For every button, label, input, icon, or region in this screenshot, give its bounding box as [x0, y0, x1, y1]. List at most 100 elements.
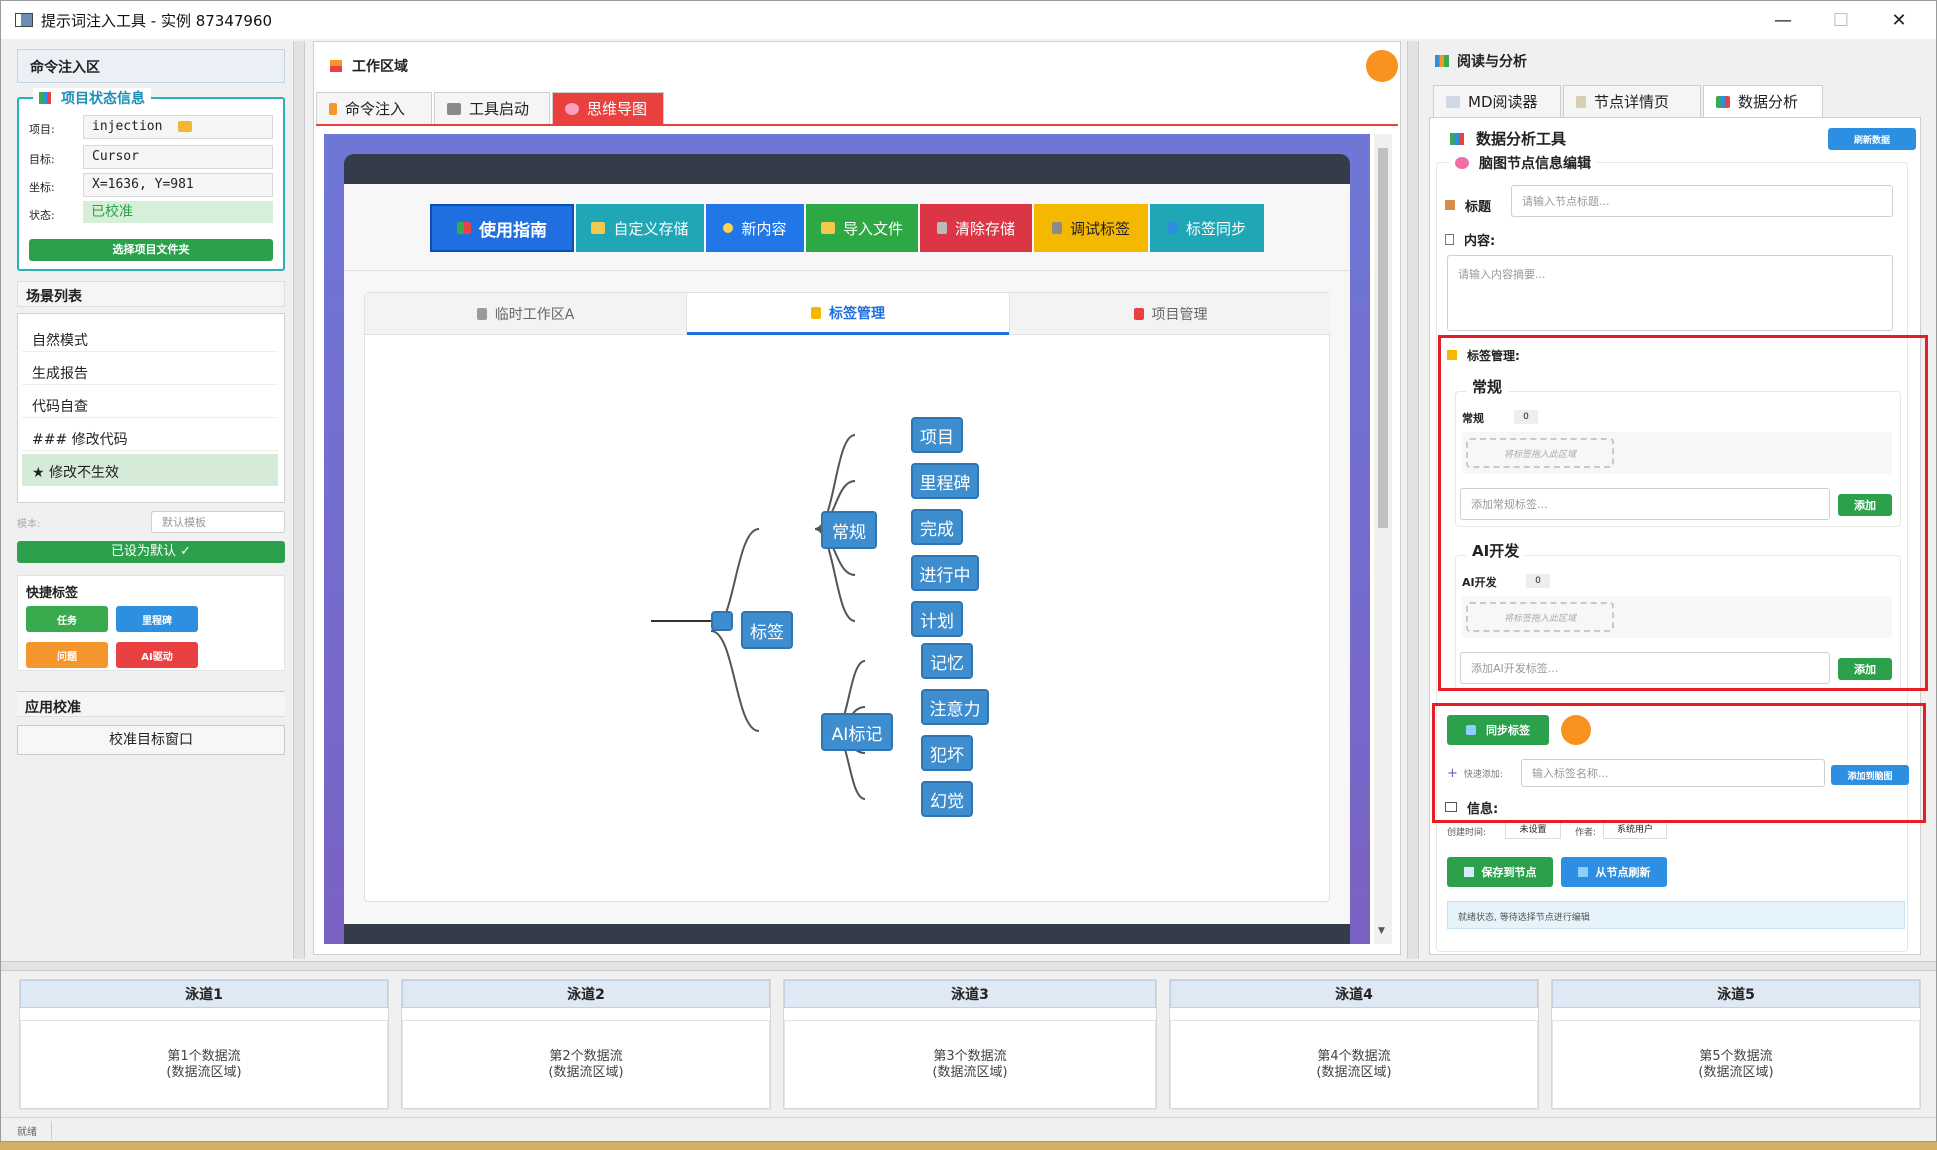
splitter-right[interactable] — [1407, 41, 1419, 959]
custom-storage-button[interactable]: 自定义存储 — [576, 204, 704, 252]
orange-status-indicator — [1366, 50, 1398, 82]
minimize-button[interactable]: — — [1753, 1, 1813, 39]
chart-icon — [1450, 132, 1464, 145]
chart-icon — [39, 92, 51, 104]
tab-tool-launch[interactable]: 工具启动 — [434, 92, 550, 124]
node-content-input[interactable]: 请输入内容摘要... — [1447, 255, 1893, 331]
import-file-button[interactable]: 导入文件 — [806, 204, 918, 252]
mindmap-node-ai-mark[interactable]: AI标记 — [821, 713, 893, 751]
quick-tag-ai[interactable]: AI驱动 — [116, 642, 198, 668]
title-label: 标题 — [1445, 191, 1491, 219]
mindmap-node[interactable]: 幻觉 — [921, 781, 973, 817]
swimlane-body[interactable]: 第1个数据流 (数据流区域) — [20, 1020, 388, 1110]
app-window: 提示词注入工具 - 实例 87347960 — ☐ ✕ 命令注入区 项目状态信息… — [0, 0, 1937, 1142]
document-icon — [1445, 233, 1454, 245]
pencil-icon — [1445, 200, 1455, 210]
scene-item[interactable]: 自然模式 — [22, 322, 278, 352]
swimlane-body[interactable]: 第3个数据流 (数据流区域) — [784, 1020, 1156, 1110]
close-button[interactable]: ✕ — [1869, 1, 1929, 39]
swimlane-body[interactable]: 第2个数据流 (数据流区域) — [402, 1020, 770, 1110]
scene-item-selected[interactable]: ★ 修改不生效 — [22, 454, 278, 486]
project-status-box: 项目状态信息 项目: injection 目标: Cursor 坐标: X=16… — [17, 88, 285, 271]
inner-tab-tag-management[interactable]: 标签管理 — [687, 293, 1009, 335]
quick-tag-task[interactable]: 任务 — [26, 606, 108, 632]
mindmap-node[interactable]: 注意力 — [921, 689, 989, 725]
node-title-input[interactable]: 请输入节点标题... — [1511, 185, 1893, 217]
swimlane-body[interactable]: 第4个数据流 (数据流区域) — [1170, 1020, 1538, 1110]
tab-data-analysis[interactable]: 数据分析 — [1703, 85, 1823, 117]
work-area-title: 工作区域 — [330, 56, 408, 76]
folder-icon — [178, 121, 193, 132]
scene-item[interactable]: ### 修改代码 — [22, 421, 278, 451]
select-project-folder-button[interactable]: 选择项目文件夹 — [29, 239, 273, 261]
mindmap-node[interactable]: 犯坏 — [921, 735, 973, 771]
debug-tags-button[interactable]: 调试标签 — [1034, 204, 1148, 252]
mindmap-node[interactable]: 里程碑 — [911, 463, 979, 499]
mindmap-node[interactable]: 进行中 — [911, 555, 979, 591]
splitter-left[interactable] — [293, 41, 305, 959]
content-label: 内容: — [1445, 225, 1495, 253]
scene-item[interactable]: 代码自查 — [22, 388, 278, 418]
tab-md-reader[interactable]: MD阅读器 — [1433, 85, 1561, 117]
mindmap-node[interactable]: 记忆 — [921, 643, 973, 679]
maximize-button[interactable]: ☐ — [1811, 1, 1871, 39]
author-label: 作者: — [1575, 828, 1597, 838]
tools-icon — [447, 102, 461, 115]
scrollbar-thumb[interactable] — [1378, 148, 1388, 528]
scroll-down-icon[interactable]: ▼ — [1378, 926, 1385, 936]
splitter-bottom[interactable] — [1, 961, 1936, 971]
new-content-button[interactable]: 新内容 — [706, 204, 804, 252]
swimlane-title: 泳道1 — [20, 980, 388, 1008]
quick-tag-issue[interactable]: 问题 — [26, 642, 108, 668]
tab-node-details[interactable]: 节点详情页 — [1563, 85, 1701, 117]
clear-storage-button[interactable]: 清除存储 — [920, 204, 1032, 252]
lightning-icon — [329, 102, 337, 115]
tag-sync-button[interactable]: 标签同步 — [1150, 204, 1264, 252]
mindmap-node[interactable]: 完成 — [911, 509, 963, 545]
tab-underline — [316, 124, 1398, 126]
template-select[interactable]: 默认模板 — [151, 511, 285, 533]
tab-mind-map[interactable]: 思维导图 — [552, 92, 664, 124]
sync-icon — [1167, 222, 1178, 234]
app-icon — [15, 13, 33, 27]
calibrate-target-window-button[interactable]: 校准目标窗口 — [17, 725, 285, 755]
chart-icon — [1716, 95, 1730, 108]
quick-tags-box: 快捷标签 任务 里程碑 问题 AI驱动 — [17, 575, 285, 671]
guide-button[interactable]: 使用指南 — [430, 204, 574, 252]
refresh-from-node-button[interactable]: 从节点刷新 — [1561, 857, 1667, 887]
inner-tab-temp-workspace[interactable]: 临时工作区A — [365, 293, 687, 335]
reading-analysis-panel: 阅读与分析 MD阅读器 节点详情页 数据分析 数据分析工具 刷新数据 脑图节点信… — [1425, 41, 1928, 959]
quick-tag-milestone[interactable]: 里程碑 — [116, 606, 198, 632]
data-analysis-tool-title: 数据分析工具 — [1450, 128, 1566, 149]
node-edit-title: 脑图节点信息编辑 — [1449, 153, 1597, 173]
status-label-project: 项目: — [29, 123, 55, 136]
author-value: 系统用户 — [1603, 821, 1667, 839]
books-icon — [1435, 55, 1449, 67]
set-default-button[interactable]: 已设为默认 ✓ — [17, 541, 285, 563]
rocket-icon — [1133, 307, 1144, 320]
tab-command-injection[interactable]: 命令注入 — [316, 92, 432, 124]
created-time-label: 创建时间: — [1447, 828, 1487, 838]
mindmap-collapse-handle[interactable] — [711, 611, 733, 631]
status-label-target: 目标: — [29, 153, 55, 166]
save-to-node-button[interactable]: 保存到节点 — [1447, 857, 1553, 887]
swimlane-3: 泳道3 第3个数据流 (数据流区域) — [783, 979, 1157, 1110]
work-area-scrollbar[interactable]: ▼ — [1374, 134, 1392, 944]
sync-icon — [1577, 867, 1588, 877]
mindmap-node[interactable]: 项目 — [911, 417, 963, 453]
chart-icon — [330, 60, 342, 72]
swimlane-title: 泳道2 — [402, 980, 770, 1008]
canvas-body: 使用指南 自定义存储 新内容 导入文件 清除存储 调试标签 标签同步 临时工作区… — [344, 184, 1350, 924]
quick-tags-header: 快捷标签 — [26, 586, 79, 601]
refresh-data-button[interactable]: 刷新数据 — [1828, 128, 1916, 150]
swimlane-body[interactable]: 第5个数据流 (数据流区域) — [1552, 1020, 1920, 1110]
status-divider — [51, 1121, 52, 1139]
status-value-coord: X=1636, Y=981 — [83, 173, 273, 197]
book-icon — [1446, 95, 1460, 108]
mindmap-node[interactable]: 计划 — [911, 601, 963, 637]
scene-item[interactable]: 生成报告 — [22, 355, 278, 385]
scene-list: 自然模式 生成报告 代码自查 ### 修改代码 ★ 修改不生效 — [17, 313, 285, 503]
mindmap-node-regular[interactable]: 常规 — [821, 511, 877, 549]
inner-tab-project-management[interactable]: 项目管理 — [1009, 293, 1331, 335]
mindmap-root-node[interactable]: 标签 — [741, 611, 793, 649]
